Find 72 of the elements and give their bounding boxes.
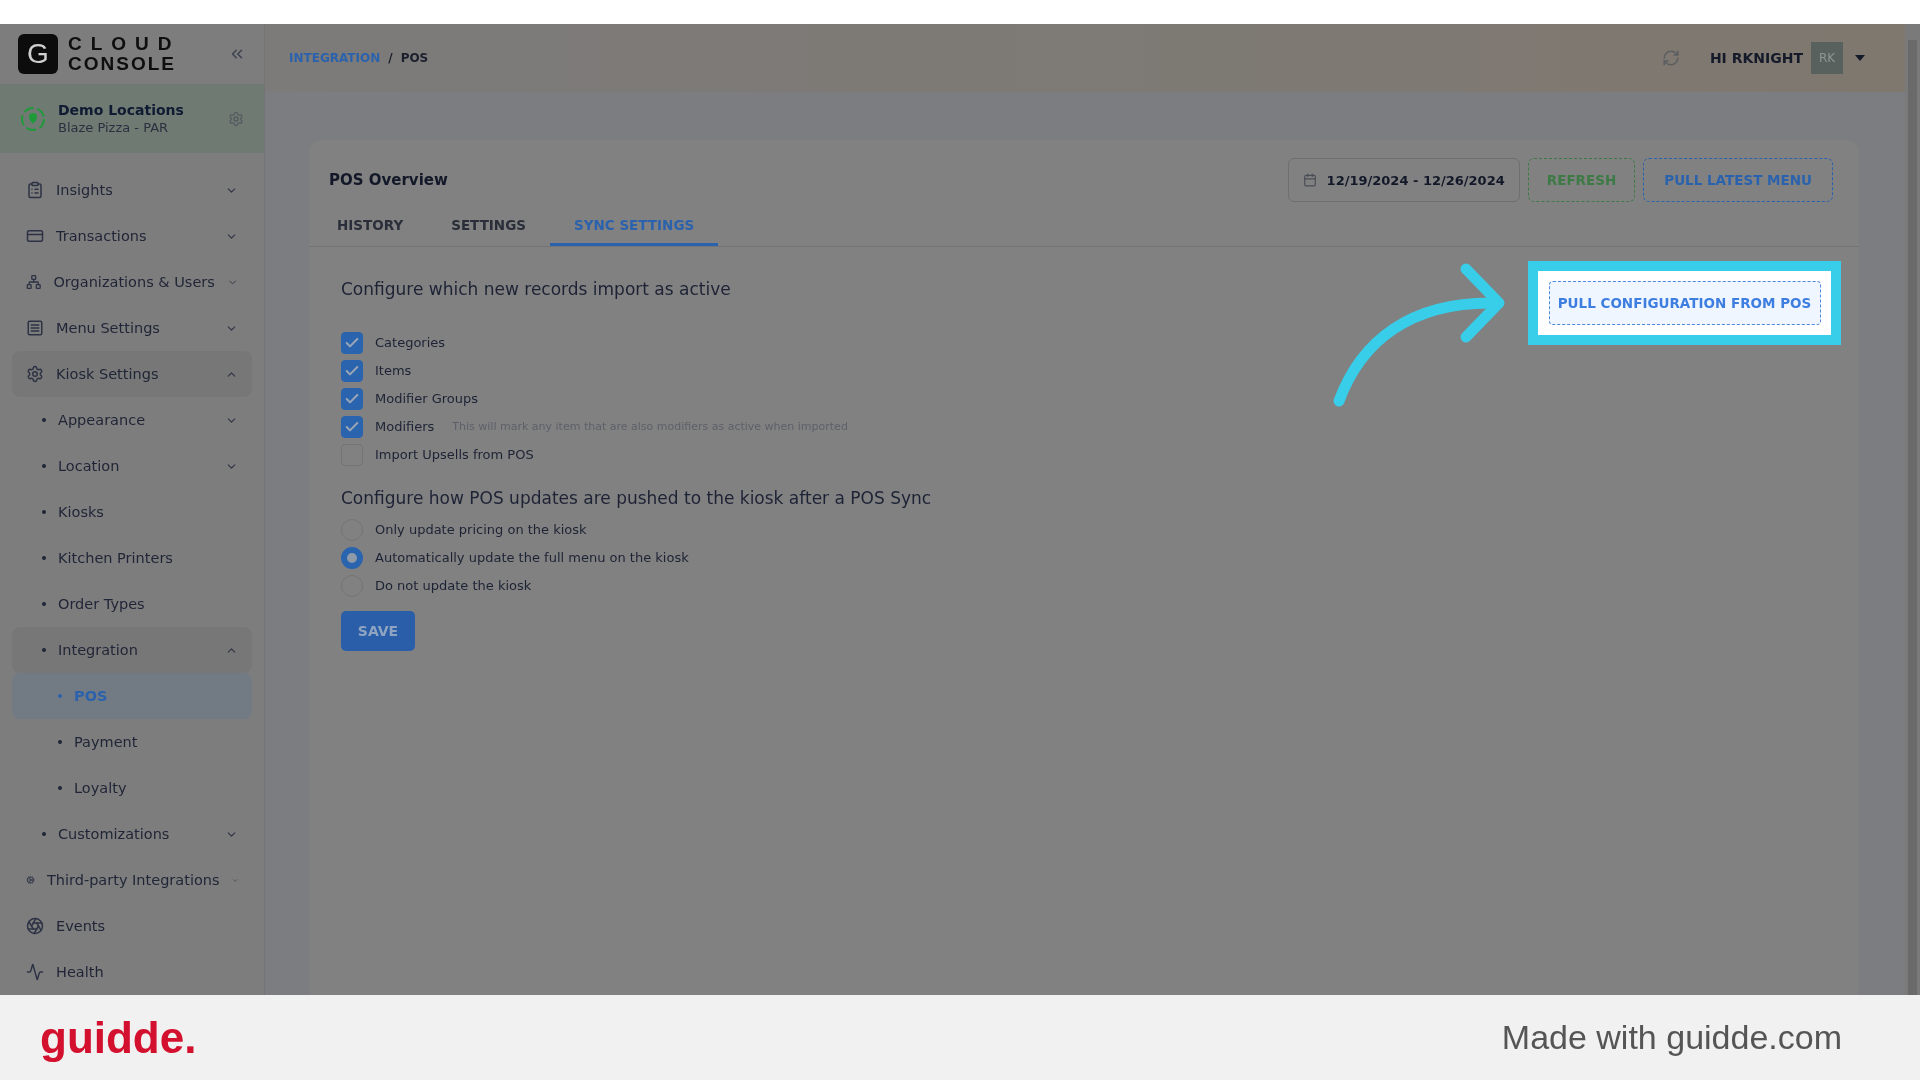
radio-label: Automatically update the full menu on the kiosk xyxy=(375,550,689,565)
bullet-icon xyxy=(42,648,46,652)
tab[interactable]: SETTINGS xyxy=(427,206,550,246)
sidebar-item[interactable]: Transactions xyxy=(12,213,252,259)
gear-icon xyxy=(26,365,44,383)
sync-icon[interactable] xyxy=(1661,49,1680,67)
bullet-icon xyxy=(42,556,46,560)
section-heading: Configure how POS updates are pushed to the kiosk after a POS Sync xyxy=(341,488,933,508)
sidebar-item[interactable]: Integration xyxy=(12,627,252,673)
radio-button[interactable] xyxy=(341,546,363,569)
sidebar-item[interactable]: Kiosk Settings xyxy=(12,351,252,397)
card-title: POS Overview xyxy=(329,171,448,189)
sidebar-item[interactable]: Kiosks xyxy=(12,489,252,535)
credit-text: Made with guidde.com xyxy=(1501,1018,1842,1057)
bullet-icon xyxy=(42,464,46,468)
tab[interactable]: HISTORY xyxy=(313,206,428,246)
date-range-picker[interactable]: 12/19/2024 - 12/26/2024 xyxy=(1287,158,1520,202)
sidebar-item[interactable]: Loyalty xyxy=(12,765,252,811)
bullet-icon xyxy=(58,694,62,698)
user-greeting[interactable]: HI RKNIGHT xyxy=(1709,50,1803,66)
checkbox-label: Items xyxy=(375,363,412,378)
bullet-icon xyxy=(58,740,62,744)
location-pin-icon xyxy=(20,105,46,132)
brand-logo-text: guidde. xyxy=(40,1012,197,1063)
bullet-icon xyxy=(58,786,62,790)
radio-label: Do not update the kiosk xyxy=(375,578,532,593)
sidebar-item[interactable]: Payment xyxy=(12,719,252,765)
sidebar-item[interactable]: Organizations & Users xyxy=(12,259,252,305)
sidebar-item[interactable]: Health xyxy=(12,949,252,995)
sidebar-item[interactable]: Order Types xyxy=(12,581,252,627)
checkbox-label: Categories xyxy=(375,335,446,350)
radio-label: Only update pricing on the kiosk xyxy=(375,522,587,537)
logo-mark: G xyxy=(18,34,58,75)
settings-icon[interactable] xyxy=(228,110,244,127)
breadcrumb-text: POS xyxy=(400,51,429,65)
location-panel[interactable]: Demo Locations Blaze Pizza - PAR xyxy=(0,84,264,153)
logo-text: CONSOLE xyxy=(68,54,177,75)
card-icon xyxy=(26,227,44,245)
sidebar-item[interactable]: Third-party Integrations xyxy=(12,857,252,903)
location-subtitle: Blaze Pizza - PAR xyxy=(58,120,170,136)
location-name: Demo Locations xyxy=(58,102,185,119)
checkbox[interactable] xyxy=(341,359,363,382)
logo-text: CLOUD xyxy=(68,34,181,55)
checkbox-label: Import Upsells from POS xyxy=(375,447,534,462)
bullet-icon xyxy=(42,602,46,606)
bullet-icon xyxy=(42,832,46,836)
breadcrumb-text: / xyxy=(388,51,393,65)
sidebar-item[interactable]: Events xyxy=(12,903,252,949)
pulse-icon xyxy=(26,963,44,981)
sidebar-item[interactable]: Insights xyxy=(12,167,252,213)
aperture-icon xyxy=(26,917,44,935)
bullet-icon xyxy=(42,510,46,514)
scrollbar[interactable] xyxy=(1905,24,1920,995)
calendar-icon xyxy=(1302,173,1317,187)
pull-configuration-button[interactable]: PULL CONFIGURATION FROM POS xyxy=(1548,281,1821,325)
sidebar-item[interactable]: Customizations xyxy=(12,811,252,857)
sidebar-item[interactable]: Menu Settings xyxy=(12,305,252,351)
clipboard-icon xyxy=(26,181,44,199)
checkbox[interactable] xyxy=(341,387,363,410)
caret-icon[interactable] xyxy=(1855,55,1865,61)
sidebar-item[interactable]: Kitchen Printers xyxy=(12,535,252,581)
sidebar-item[interactable]: Appearance xyxy=(12,397,252,443)
section-heading: Configure which new records import as active xyxy=(341,279,732,299)
sidebar-item[interactable]: Location xyxy=(12,443,252,489)
checkbox[interactable] xyxy=(341,415,363,438)
menu-card-icon xyxy=(26,319,44,337)
hierarchy-icon xyxy=(26,273,42,291)
checkbox-label: Modifier Groups xyxy=(375,391,479,406)
save-button[interactable]: SAVE xyxy=(341,611,415,651)
checkbox[interactable] xyxy=(341,331,363,354)
checkbox-label: Modifiers xyxy=(375,419,435,434)
bullet-icon xyxy=(42,418,46,422)
